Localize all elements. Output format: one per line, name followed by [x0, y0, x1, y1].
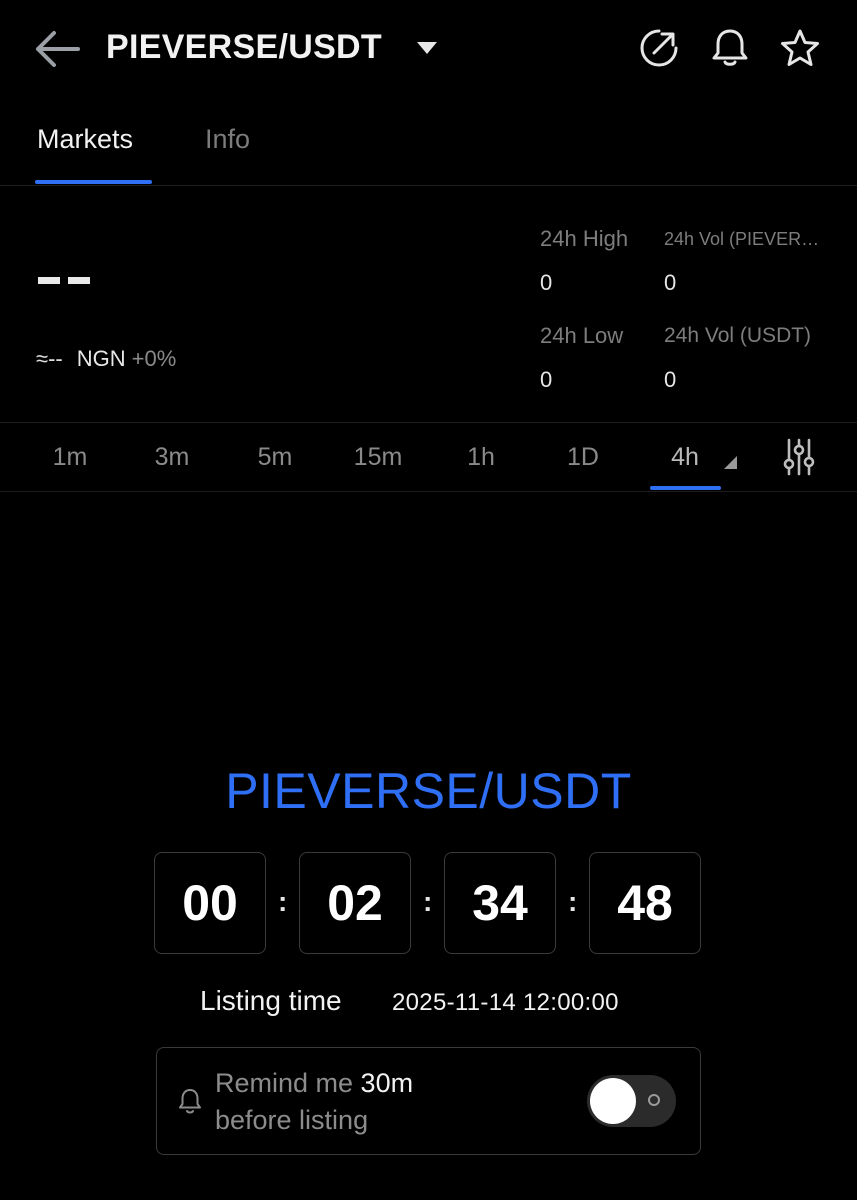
reminder-suffix: before listing	[215, 1105, 369, 1135]
last-price-placeholder	[38, 277, 90, 285]
stat-24h-low-label: 24h Low	[540, 323, 624, 348]
interval-1m[interactable]: 1m	[53, 443, 88, 472]
countdown-frames: 48	[589, 852, 701, 954]
approx-price: ≈--	[36, 346, 63, 371]
stat-24h-vol-base-value: 0	[664, 270, 677, 295]
caret-down-icon[interactable]	[416, 40, 438, 56]
reminder-text: Remind me 30m	[215, 1068, 413, 1099]
reminder-toggle[interactable]	[587, 1075, 676, 1127]
stat-24h-high-label: 24h High	[540, 226, 629, 251]
bell-icon[interactable]	[709, 27, 751, 69]
top-bar: PIEVERSE/USDT	[0, 0, 857, 100]
listing-time-value: 2025-11-14 12:00:00	[392, 989, 619, 1016]
chart-settings-icon[interactable]	[783, 438, 815, 476]
stat-24h-high-value: 0	[540, 270, 553, 295]
listing-reminder-card: Remind me 30m before listing	[156, 1047, 701, 1155]
reminder-amount: 30m	[360, 1068, 414, 1098]
reminder-prefix: Remind me	[215, 1068, 361, 1098]
stat-24h-vol-base-label: 24h Vol (PIEVER…	[664, 229, 820, 249]
tab-markets[interactable]: Markets	[37, 124, 133, 155]
countdown-separator: :	[278, 886, 288, 917]
price-change: +0%	[131, 346, 177, 371]
back-arrow-icon[interactable]	[30, 26, 84, 72]
stat-24h-low-value: 0	[540, 367, 553, 392]
countdown-separator: :	[423, 886, 433, 917]
countdown-pair-title: PIEVERSE/USDT	[225, 763, 632, 819]
listing-time-label: Listing time	[200, 985, 342, 1016]
toggle-off-indicator	[648, 1094, 660, 1106]
bell-icon	[179, 1089, 201, 1114]
fiat-price: ≈-- NGN +0%	[36, 346, 176, 372]
stat-24h-vol-quote-value: 0	[664, 367, 677, 392]
active-interval-indicator	[650, 486, 721, 490]
countdown-seconds: 34	[444, 852, 556, 954]
share-icon[interactable]	[638, 27, 680, 69]
stat-24h-vol-quote-label: 24h Vol (USDT)	[664, 324, 812, 347]
interval-5m[interactable]: 5m	[258, 443, 293, 472]
pair-selector[interactable]: PIEVERSE/USDT	[106, 28, 382, 67]
countdown-minutes: 02	[299, 852, 411, 954]
interval-3m[interactable]: 3m	[155, 443, 190, 472]
interval-15m[interactable]: 15m	[354, 443, 403, 472]
tab-bar: Markets Info	[0, 110, 857, 186]
tab-info[interactable]: Info	[205, 124, 250, 155]
interval-more-icon[interactable]	[724, 456, 737, 469]
active-tab-indicator	[35, 180, 152, 184]
countdown-separator: :	[568, 886, 578, 917]
fiat-currency: NGN	[76, 346, 126, 371]
interval-4h[interactable]: 4h	[671, 443, 699, 472]
star-icon[interactable]	[779, 27, 821, 69]
toggle-knob	[590, 1078, 636, 1124]
interval-1h[interactable]: 1h	[467, 443, 495, 472]
interval-1d[interactable]: 1D	[567, 443, 599, 472]
countdown-hours: 00	[154, 852, 266, 954]
